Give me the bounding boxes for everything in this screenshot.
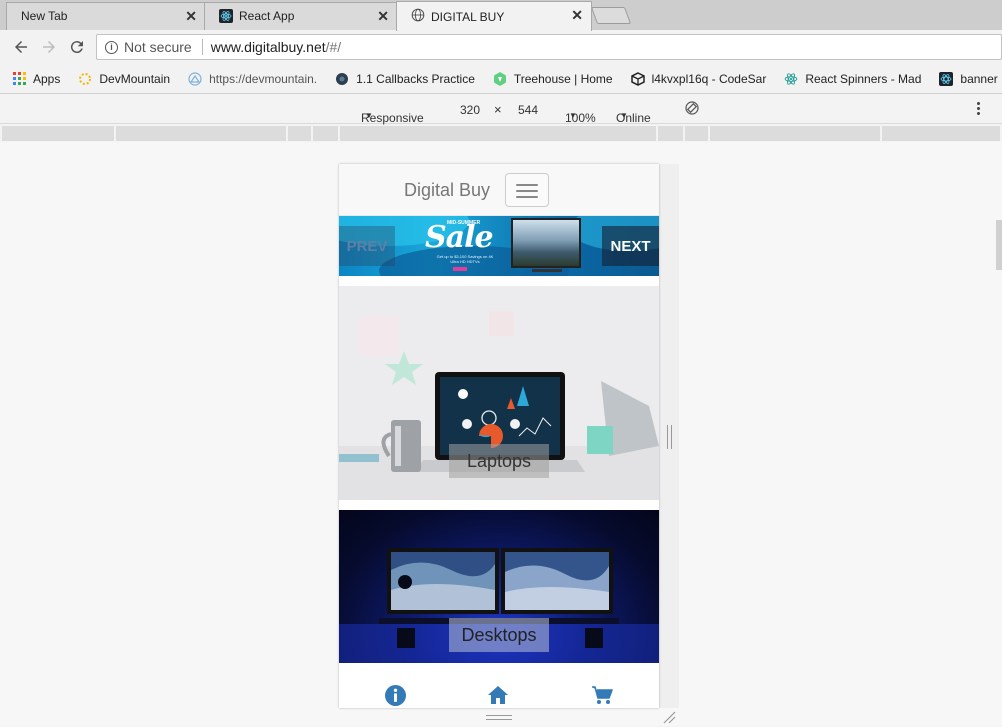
info-icon[interactable] (384, 684, 406, 706)
bookmark-label: React Spinners - Mad (805, 71, 922, 86)
carousel-prev-button[interactable]: PREV (339, 226, 395, 266)
media-query-bar (0, 125, 1002, 142)
cart-icon[interactable] (591, 684, 613, 706)
tab-title: DIGITAL BUY (431, 9, 505, 24)
category-label: Laptops (449, 444, 549, 478)
viewport-resize-handle-right[interactable] (667, 425, 672, 449)
carousel-next-button[interactable]: NEXT (602, 226, 659, 266)
bookmark-apps[interactable]: Apps (12, 72, 60, 86)
close-icon[interactable]: ✕ (571, 7, 583, 24)
security-label: Not secure (124, 39, 192, 55)
url-text: www.digitalbuy.net/#/ (211, 39, 342, 55)
dark-circle-icon (335, 72, 349, 86)
bookmark-label: https://devmountain. (209, 71, 318, 86)
scrollbar[interactable] (996, 220, 1002, 270)
browser-tab-strip: New Tab ✕ React App ✕ DIGITAL BUY ✕ (0, 0, 1002, 31)
close-icon[interactable]: ✕ (185, 8, 197, 25)
tab-new-tab[interactable]: New Tab ✕ (6, 2, 206, 30)
url-path: /#/ (325, 39, 342, 55)
dimension-separator: × (494, 102, 502, 117)
caret-down-icon: ▼ (620, 111, 628, 120)
width-input[interactable]: 320 (448, 100, 492, 119)
react-icon (219, 9, 233, 23)
device-toolbar: Responsive ▼ 320 × 544 100% ▼ Online ▼ (0, 95, 1002, 125)
media-query-segment[interactable] (685, 126, 710, 141)
devmountain-triangle-icon (188, 71, 202, 86)
viewport-resize-handle-bottom[interactable] (486, 715, 512, 720)
emulated-device: Digital Buy MID-SUMMER Sale Get up to $3… (339, 164, 659, 708)
category-card-desktops[interactable]: Desktops (339, 510, 659, 663)
promo-carousel: MID-SUMMER Sale Get up to $3,100 Savings… (339, 216, 659, 276)
bookmark-devmountain-url[interactable]: https://devmountain. (188, 72, 317, 86)
tab-title: New Tab (21, 9, 68, 23)
viewport-resize-corner[interactable] (662, 710, 676, 724)
media-query-segment[interactable] (882, 126, 1002, 141)
tab-title: React App (239, 9, 295, 23)
tv-image (511, 218, 581, 268)
media-query-segment[interactable] (658, 126, 685, 141)
banner-headline: Sale (425, 220, 494, 255)
forward-icon[interactable] (39, 37, 59, 57)
media-query-segment[interactable] (2, 126, 116, 141)
bookmark-callbacks[interactable]: 1.1 Callbacks Practice (335, 72, 475, 86)
category-card-laptops[interactable]: Laptops (339, 286, 659, 500)
close-icon[interactable]: ✕ (377, 8, 389, 25)
react-square-icon (939, 71, 954, 86)
browser-toolbar: i Not secure www.digitalbuy.net/#/ (0, 30, 1002, 64)
bookmark-label: Treehouse | Home (513, 71, 613, 86)
site-brand[interactable]: Digital Buy (404, 180, 490, 201)
height-input[interactable]: 544 (506, 100, 550, 119)
info-icon[interactable]: i (105, 40, 118, 54)
caret-down-icon: ▼ (569, 111, 577, 120)
back-icon[interactable] (11, 37, 31, 57)
media-query-segment[interactable] (116, 126, 288, 141)
tab-digital-buy[interactable]: DIGITAL BUY ✕ (396, 1, 592, 31)
site-navbar: Digital Buy (339, 164, 659, 216)
caret-down-icon: ▼ (365, 111, 373, 120)
media-query-segment[interactable] (340, 126, 658, 141)
reload-icon[interactable] (67, 37, 87, 57)
tv-stand (532, 269, 562, 272)
new-tab-button[interactable] (590, 7, 632, 24)
bookmark-label: l4kvxpl16q - CodeSar (651, 71, 767, 86)
bookmark-label: Apps (33, 71, 61, 86)
more-options-icon[interactable] (975, 102, 981, 115)
media-query-segment[interactable] (288, 126, 313, 141)
tab-react-app[interactable]: React App ✕ (204, 2, 398, 30)
banner-fine-print: Get up to $3,100 Savings on 4K Ultra HD … (436, 254, 494, 264)
home-icon[interactable] (487, 684, 509, 706)
address-bar[interactable]: i Not secure www.digitalbuy.net/#/ (96, 34, 1002, 60)
treehouse-icon (493, 71, 507, 86)
apps-grid-icon (12, 72, 26, 86)
banner-shop-button[interactable] (453, 267, 467, 271)
bookmark-label: banner (960, 71, 998, 86)
bookmarks-bar: Apps DevMountain https://devmountain. 1.… (0, 64, 1002, 94)
rotate-icon[interactable] (685, 101, 699, 118)
omnibox-divider (201, 39, 203, 55)
bookmark-treehouse[interactable]: Treehouse | Home (493, 71, 613, 86)
globe-icon (411, 8, 425, 25)
category-label: Desktops (449, 618, 549, 652)
hamburger-menu-button[interactable] (505, 173, 549, 207)
react-icon (784, 72, 798, 86)
devmountain-icon (78, 72, 92, 86)
bookmark-label: DevMountain (99, 71, 171, 86)
codesandbox-icon (630, 71, 645, 86)
bookmark-codesandbox[interactable]: l4kvxpl16q - CodeSar (630, 71, 767, 86)
bookmark-label: 1.1 Callbacks Practice (356, 71, 475, 86)
bookmark-banner[interactable]: banner (939, 71, 998, 86)
url-host: www.digitalbuy.net (210, 39, 326, 55)
bookmark-react-spinners[interactable]: React Spinners - Mad (784, 72, 921, 86)
bottom-navigation (339, 674, 659, 708)
media-query-segment[interactable] (313, 126, 340, 141)
bookmark-devmountain[interactable]: DevMountain (78, 72, 170, 86)
media-query-segment[interactable] (710, 126, 882, 141)
